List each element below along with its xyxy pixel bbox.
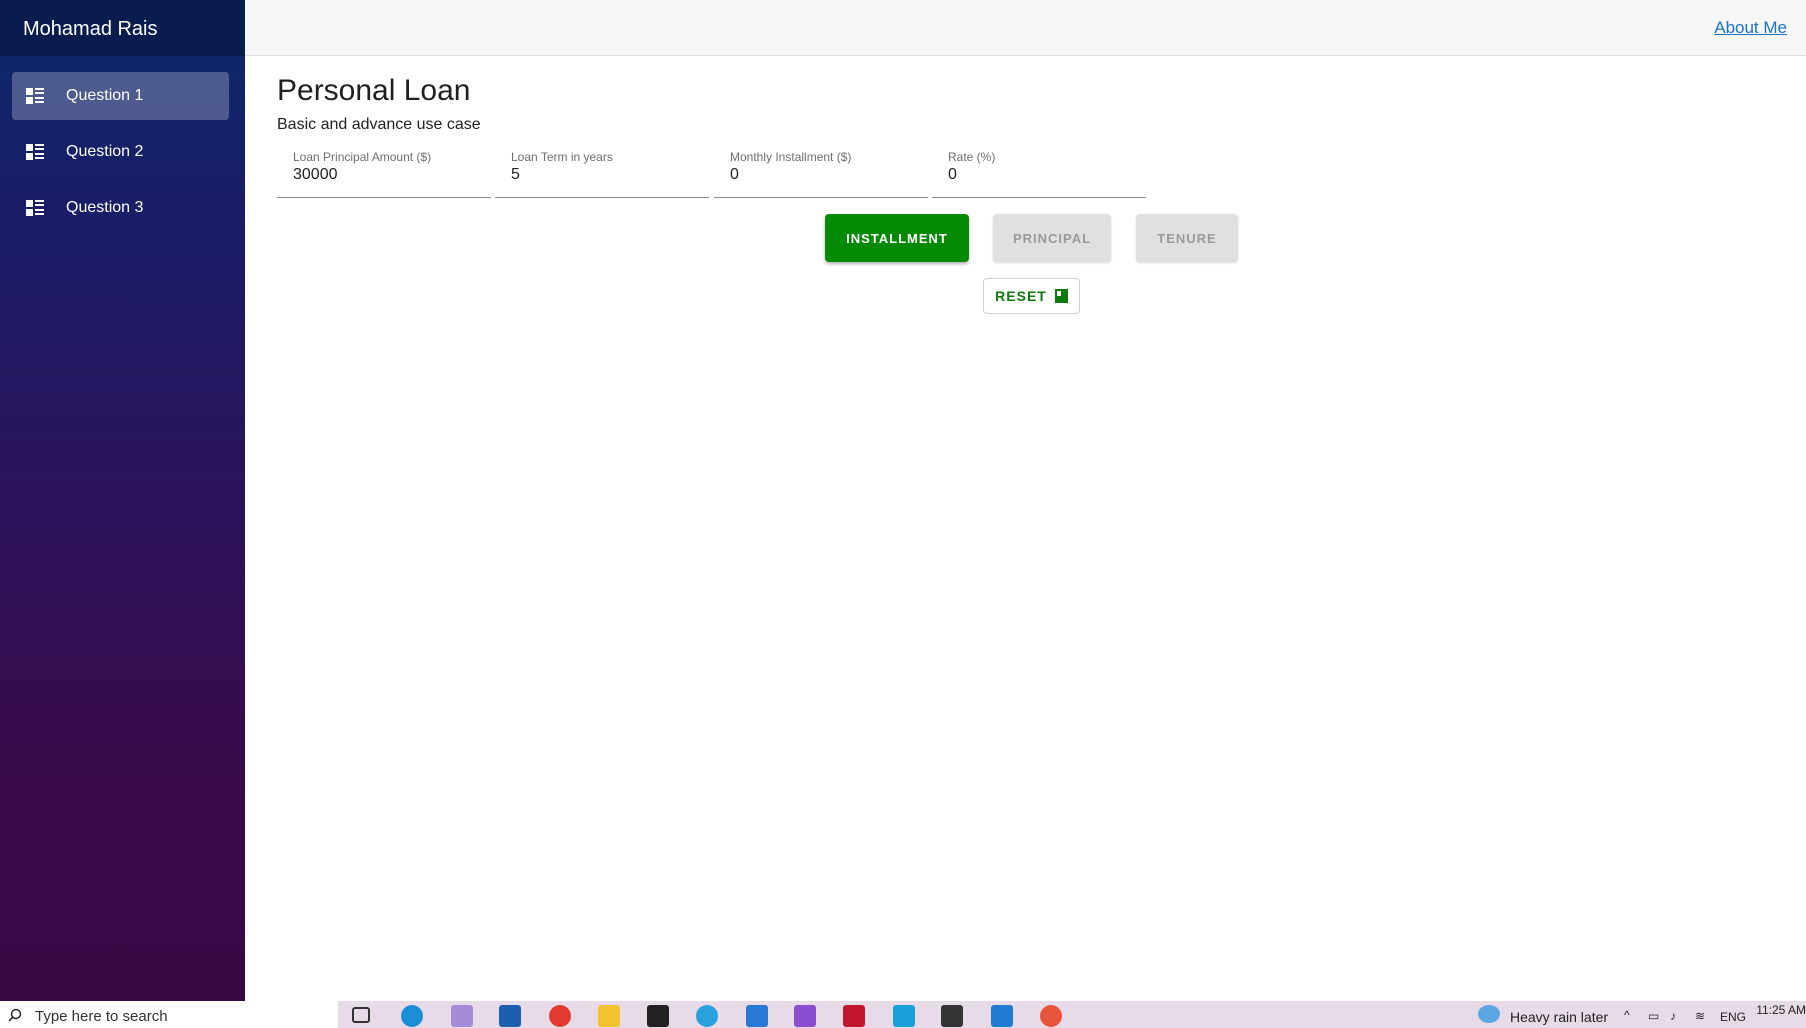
telegram-icon[interactable] <box>696 1005 718 1027</box>
installment-input[interactable] <box>730 166 910 184</box>
calendar-icon[interactable] <box>746 1005 768 1027</box>
visual-studio-icon[interactable] <box>794 1005 816 1027</box>
term-input[interactable] <box>511 166 691 184</box>
principal-button[interactable]: PRINCIPAL <box>993 214 1111 262</box>
search-icon <box>8 1008 22 1027</box>
list-view-icon <box>26 144 44 160</box>
task-view-icon[interactable] <box>352 1007 370 1023</box>
wifi-icon[interactable]: ≋ <box>1695 1009 1705 1023</box>
sidebar-item-question-1[interactable]: Question 1 <box>12 72 229 120</box>
principal-label: Loan Principal Amount ($) <box>293 150 432 164</box>
term-field[interactable]: Loan Term in years <box>495 146 709 198</box>
sidebar-nav: Question 1 Question 2 Question 3 <box>0 56 245 232</box>
sidebar-item-label: Question 1 <box>66 87 144 104</box>
edge-browser-icon[interactable] <box>401 1005 423 1027</box>
language-indicator[interactable]: ENG <box>1720 1010 1746 1024</box>
term-label: Loan Term in years <box>511 150 613 164</box>
feather-app-icon[interactable] <box>451 1005 473 1027</box>
reset-button[interactable]: RESET <box>983 278 1080 314</box>
rider-icon[interactable] <box>843 1005 865 1027</box>
sidebar-item-label: Question 3 <box>66 199 144 216</box>
sidebar-item-question-3[interactable]: Question 3 <box>12 184 229 232</box>
reset-label: RESET <box>995 288 1047 304</box>
battery-icon[interactable]: ▭ <box>1648 1009 1659 1023</box>
principal-input[interactable] <box>293 166 473 184</box>
installment-label: Monthly Installment ($) <box>730 150 852 164</box>
tenure-button[interactable]: TENURE <box>1136 214 1238 262</box>
installment-button[interactable]: INSTALLMENT <box>825 214 969 262</box>
tomato-app-icon[interactable] <box>549 1005 571 1027</box>
vscode-icon[interactable] <box>991 1005 1013 1027</box>
sidebar-item-question-2[interactable]: Question 2 <box>12 128 229 176</box>
installment-field[interactable]: Monthly Installment ($) <box>714 146 928 198</box>
volume-icon[interactable]: ♪ <box>1670 1009 1676 1023</box>
webstorm-icon[interactable] <box>893 1005 915 1027</box>
list-view-icon <box>26 200 44 216</box>
taskbar: Type here to search Heavy rain later ^ ▭… <box>0 1001 1806 1028</box>
rate-field[interactable]: Rate (%) <box>932 146 1146 198</box>
taskbar-search[interactable]: Type here to search <box>0 1001 338 1028</box>
github-icon[interactable] <box>647 1005 669 1027</box>
rate-input[interactable] <box>948 166 1128 184</box>
page-title: Personal Loan <box>277 74 471 107</box>
list-view-icon <box>26 88 44 104</box>
weather-icon[interactable] <box>1478 1005 1500 1023</box>
sidebar-title: Mohamad Rais <box>0 0 245 56</box>
file-explorer-icon[interactable] <box>598 1005 620 1027</box>
weather-text[interactable]: Heavy rain later <box>1510 1009 1608 1025</box>
app-window: Mohamad Rais Question 1 Question 2 Quest… <box>0 0 1806 1028</box>
top-bar: About Me <box>245 0 1806 56</box>
rate-label: Rate (%) <box>948 150 996 164</box>
app-icon[interactable] <box>1040 1005 1062 1027</box>
search-placeholder: Type here to search <box>35 1008 168 1025</box>
about-me-link[interactable]: About Me <box>1714 18 1787 38</box>
principal-field[interactable]: Loan Principal Amount ($) <box>277 146 491 198</box>
store-icon[interactable] <box>499 1005 521 1027</box>
clock[interactable]: 11:25 AM <box>1756 1004 1806 1017</box>
page-subtitle: Basic and advance use case <box>277 116 481 133</box>
chevron-up-icon[interactable]: ^ <box>1624 1008 1630 1022</box>
main-content: Personal Loan Basic and advance use case… <box>245 56 1806 1001</box>
sidebar-item-label: Question 2 <box>66 143 144 160</box>
reset-icon <box>1054 289 1068 303</box>
sidebar: Mohamad Rais Question 1 Question 2 Quest… <box>0 0 245 1001</box>
terminal-icon[interactable] <box>941 1005 963 1027</box>
